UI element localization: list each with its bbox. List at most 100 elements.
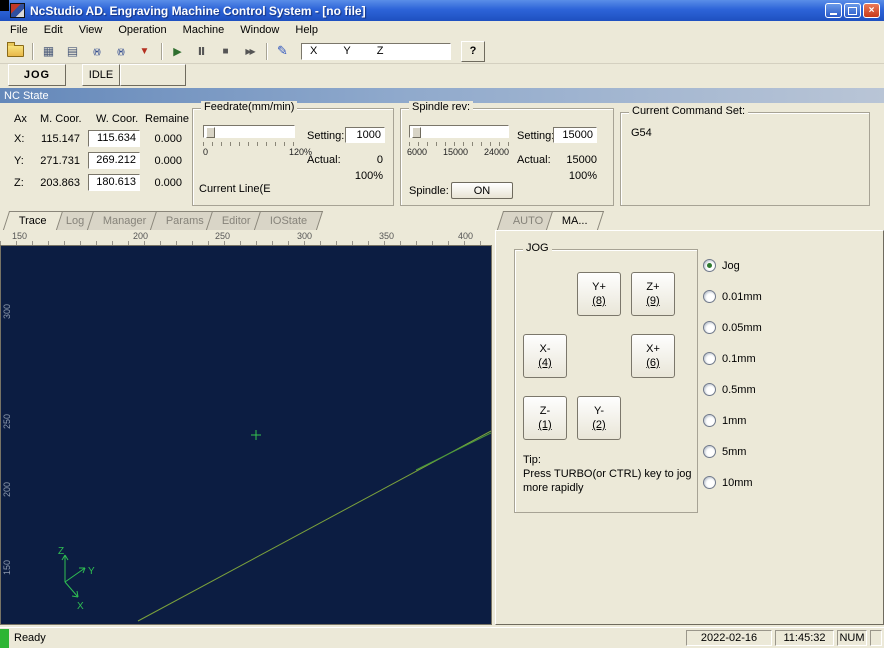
jog-button-x-plus[interactable]: X+ (6) — [631, 334, 675, 378]
y-work-coord-field[interactable]: 269.212 — [88, 152, 140, 169]
help-button[interactable]: ? — [461, 40, 485, 62]
edit-button[interactable] — [271, 41, 294, 62]
tab-manual[interactable]: MA... — [546, 211, 605, 230]
stop-button[interactable] — [214, 41, 237, 62]
step-option-0-5mm[interactable]: 0.5mm — [703, 381, 762, 398]
tab-trace[interactable]: Trace — [2, 211, 63, 230]
step-option-0-05mm[interactable]: 0.05mm — [703, 319, 762, 336]
open-file-button[interactable] — [4, 41, 27, 62]
col-header-remain: Remaine — [145, 113, 190, 125]
radio-icon — [703, 476, 716, 489]
manual-panel: JOG Y+ (8) Z+ (9) X- (4) X+ (6) Z- (1) Y- (2) … — [495, 230, 884, 625]
spindle-group: Spindle rev: 6000 15000 24000 Setting: 1… — [400, 101, 614, 206]
toolpath-line — [415, 432, 491, 471]
menu-help[interactable]: Help — [287, 23, 326, 37]
status-numlock: NUM — [837, 630, 867, 646]
feedrate-scale-min: 0 — [203, 147, 209, 157]
z-work-coord-field[interactable]: 180.613 — [88, 174, 140, 191]
menubar: File Edit View Operation Machine Window … — [0, 21, 884, 39]
view-screen-button[interactable] — [61, 41, 84, 62]
radio-icon — [703, 352, 716, 365]
jog-button-x-minus[interactable]: X- (4) — [523, 334, 567, 378]
spindle-slider-thumb[interactable] — [412, 127, 421, 138]
jog-tip-label: Tip: — [523, 454, 541, 466]
open-folder-icon — [7, 42, 24, 57]
simulate-button[interactable] — [85, 41, 108, 62]
minimize-icon — [830, 13, 837, 15]
app-icon — [10, 3, 25, 18]
screen-corner-black — [0, 0, 9, 11]
tab-iostate[interactable]: IOState — [254, 211, 324, 230]
feedrate-slider[interactable] — [203, 125, 295, 138]
step-option-1mm[interactable]: 1mm — [703, 412, 762, 429]
y-remaining: 0.000 — [154, 155, 182, 167]
radio-icon — [703, 414, 716, 427]
ruler-number: 150 — [12, 231, 28, 241]
minimize-button[interactable] — [825, 3, 842, 18]
step-option-0-1mm[interactable]: 0.1mm — [703, 350, 762, 367]
step-option-5mm[interactable]: 5mm — [703, 443, 762, 460]
titlebar: NcStudio AD. Engraving Machine Control S… — [0, 0, 884, 21]
trace-viewport[interactable]: 300 250 200 150 Z Y X — [0, 245, 492, 625]
ruler-number: 200 — [133, 231, 149, 241]
simulate-fast-button[interactable] — [109, 41, 132, 62]
x-remaining: 0.000 — [154, 133, 182, 145]
jog-button-z-minus[interactable]: Z- (1) — [523, 396, 567, 440]
col-header-wcoor: W. Coor. — [96, 113, 139, 125]
view-trace-button[interactable] — [37, 41, 60, 62]
menu-edit[interactable]: Edit — [36, 23, 71, 37]
pause-button[interactable] — [190, 41, 213, 62]
jog-button-z-plus[interactable]: Z+ (9) — [631, 272, 675, 316]
jog-group: JOG Y+ (8) Z+ (9) X- (4) X+ (6) Z- (1) Y- (2) … — [514, 242, 698, 513]
y-machine-coord: 271.731 — [40, 155, 80, 167]
axis-x-label: X: — [14, 133, 25, 145]
ruler-number: 250 — [215, 231, 231, 241]
step-icon — [245, 45, 253, 57]
spindle-slider[interactable] — [409, 125, 509, 138]
status-empty-pane — [870, 630, 882, 646]
menu-window[interactable]: Window — [232, 23, 287, 37]
step-button[interactable] — [238, 41, 261, 62]
status-time: 11:45:32 — [775, 630, 834, 646]
jog-button-y-plus[interactable]: Y+ (8) — [577, 272, 621, 316]
simulate-fast-icon — [117, 45, 124, 57]
menu-view[interactable]: View — [71, 23, 111, 37]
menu-machine[interactable]: Machine — [175, 23, 233, 37]
feedrate-percent: 100% — [354, 170, 383, 182]
start-button[interactable] — [166, 41, 189, 62]
close-button[interactable] — [863, 3, 880, 18]
feedrate-slider-thumb[interactable] — [206, 127, 215, 138]
jog-tip: Tip: Press TURBO(or CTRL) key to jog mor… — [523, 454, 693, 495]
feedrate-slider-ticks — [203, 142, 295, 146]
menu-operation[interactable]: Operation — [110, 23, 174, 37]
xyz-x-label: X — [310, 45, 318, 57]
spindle-scale-mid: 15000 — [443, 147, 469, 157]
feedrate-setting-field[interactable]: 1000 — [345, 127, 385, 143]
jog-button-y-minus[interactable]: Y- (2) — [577, 396, 621, 440]
spindle-setting-field[interactable]: 15000 — [553, 127, 597, 143]
menu-file[interactable]: File — [2, 23, 36, 37]
window-title: NcStudio AD. Engraving Machine Control S… — [30, 3, 366, 18]
stop-icon — [222, 45, 228, 57]
command-set-title: Current Command Set: — [629, 105, 749, 117]
play-icon — [173, 45, 181, 58]
ruler-number: 350 — [379, 231, 395, 241]
step-option-0-01mm[interactable]: 0.01mm — [703, 288, 762, 305]
xyz-y-label: Y — [343, 45, 351, 57]
spindle-slider-ticks — [409, 142, 509, 146]
load-program-button[interactable] — [133, 41, 156, 62]
xyz-display[interactable]: X Y Z — [301, 42, 451, 60]
spindle-scale-min: 6000 — [407, 147, 428, 157]
col-header-axis: Ax — [14, 113, 27, 125]
toolpath-plot: Z Y X — [58, 430, 491, 622]
toolbar-separator — [32, 42, 33, 60]
spindle-on-button[interactable]: ON — [451, 182, 513, 199]
step-option-jog[interactable]: Jog — [703, 257, 762, 274]
restore-button[interactable] — [844, 3, 861, 18]
x-work-coord-field[interactable]: 115.634 — [88, 130, 140, 147]
step-option-10mm[interactable]: 10mm — [703, 474, 762, 491]
pause-icon — [198, 45, 205, 58]
close-icon — [869, 6, 875, 16]
jog-mode-button[interactable]: JOG — [8, 64, 66, 86]
xyz-z-label: Z — [376, 45, 384, 57]
